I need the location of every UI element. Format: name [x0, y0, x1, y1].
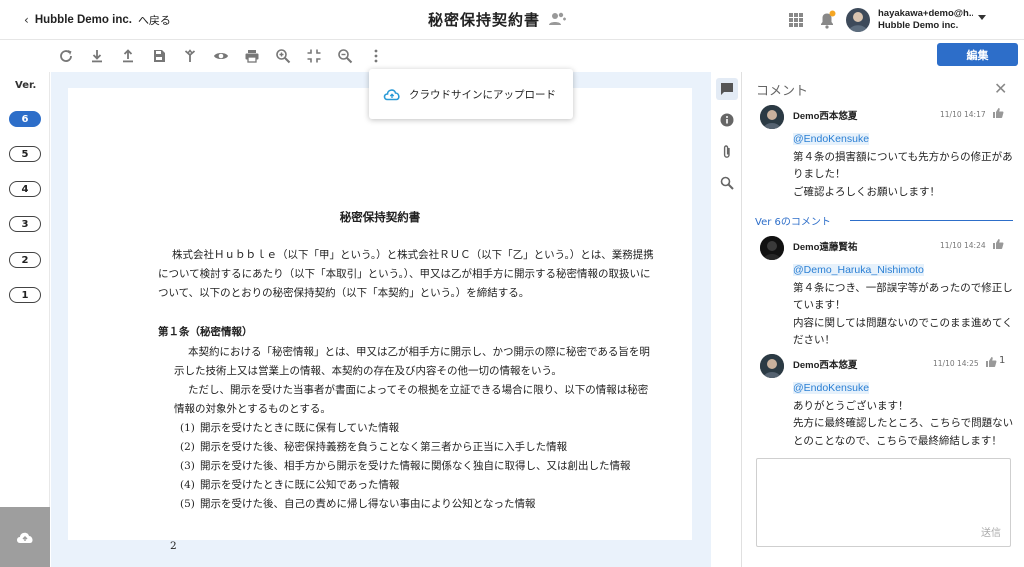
chevron-left-icon: ‹ [24, 13, 29, 27]
close-icon[interactable]: ✕ [994, 79, 1007, 98]
download-icon[interactable] [81, 42, 112, 70]
edit-button[interactable]: 編集 [937, 43, 1018, 66]
avatar [760, 354, 784, 378]
merge-icon[interactable] [174, 42, 205, 70]
comment-body: @EndoKensuke 第４条の損害額についても先方からの修正がありました！ … [793, 131, 1015, 201]
comment-time: 11/10 14:24 [940, 241, 986, 250]
back-label: へ戻る [137, 14, 171, 27]
comment-body: @EndoKensuke ありがとうございます！ 先方に最終確認したところ、こち… [793, 380, 1015, 450]
comment-author: Demo遠藤賢祐 [793, 242, 858, 253]
user-email: hayakawa+demo@h... [878, 8, 973, 19]
page-title: 秘密保持契約書 [428, 11, 541, 29]
comment-time: 11/10 14:17 [940, 110, 986, 119]
fit-icon[interactable] [298, 42, 329, 70]
user-info[interactable]: hayakawa+demo@h... Hubble Demo inc. [878, 8, 973, 32]
cloudsign-upload-menu-item[interactable]: クラウドサインにアップロード [369, 69, 573, 119]
top-bar: ‹ Hubble Demo inc. へ戻る 秘密保持契約書 hayakawa+… [0, 0, 1024, 40]
document-page: 秘密保持契約書 株式会社Ｈｕｂｂｌｅ（以下「甲」という。）と株式会社ＲＵＣ（以下… [68, 88, 692, 552]
send-button[interactable]: 送信 [981, 524, 1001, 539]
thumbs-up-icon[interactable] [992, 107, 1004, 119]
comment-author: Demo西本悠夏 [793, 111, 858, 122]
comment-mention[interactable]: @EndoKensuke [793, 382, 870, 394]
thumbs-up-icon[interactable] [992, 238, 1004, 250]
comment-panel: コメント ✕ Demo西本悠夏 11/10 14:17 @EndoKensuke… [743, 72, 1024, 567]
version-separator: Ver 6のコメント [755, 213, 1013, 228]
thumbs-up-icon[interactable] [985, 356, 997, 368]
comment-author: Demo西本悠夏 [793, 360, 858, 371]
upload-icon[interactable] [112, 42, 143, 70]
article-item-list: (1) 開示を受けたときに既に保有していた情報 (2) 開示を受けた後、秘密保持義務… [180, 419, 660, 514]
print-icon[interactable] [236, 42, 267, 70]
list-item: (3) 開示を受けた後、相手方から開示を受けた情報に関係なく独自に取得し、又は創出… [180, 460, 631, 472]
version-pill-5[interactable]: 5 [9, 146, 41, 162]
share-users-icon[interactable] [548, 11, 566, 27]
version-pill-3[interactable]: 3 [9, 216, 41, 232]
comment-text: 第４条の損害額についても先方からの修正がありました！ ご確認よろしくお願いします… [793, 150, 1013, 198]
zoom-in-icon[interactable] [267, 42, 298, 70]
version-pill-2[interactable]: 2 [9, 252, 41, 268]
version-label: Ver. [15, 80, 37, 91]
refresh-icon[interactable] [50, 42, 81, 70]
comment-body: @Demo_Haruka_Nishimoto 第４条につき、一部誤字等があったの… [793, 262, 1015, 350]
zoom-out-icon[interactable] [329, 42, 360, 70]
like-count: 1 [999, 355, 1006, 366]
comment-time: 11/10 14:25 [933, 359, 979, 368]
more-icon[interactable] [360, 42, 391, 70]
avatar[interactable] [846, 8, 870, 32]
comment-mention[interactable]: @Demo_Haruka_Nishimoto [793, 264, 924, 276]
version-pill-6[interactable]: 6 [9, 111, 41, 127]
caret-down-icon[interactable] [978, 15, 986, 20]
comment-reply-input[interactable]: 送信 [756, 458, 1011, 547]
back-org-name: Hubble Demo inc. [34, 14, 132, 26]
article-paragraph-2: ただし、開示を受けた当事者が書面によってその根拠を立証できる場合に限り、以下の情… [174, 384, 649, 415]
document-toolbar [50, 40, 715, 72]
list-item: (4) 開示を受けたときに既に公知であった情報 [180, 479, 400, 491]
version-separator-label: Ver 6のコメント [755, 213, 837, 228]
document-intro: 株式会社Ｈｕｂｂｌｅ（以下「甲」という。）と株式会社ＲＵＣ（以下「乙」という。）… [158, 249, 654, 299]
page-number: 2 [170, 540, 177, 552]
article-heading: 第１条（秘密情報） [158, 326, 253, 338]
avatar [760, 105, 784, 129]
comment-panel-title: コメント [756, 84, 809, 99]
back-link[interactable]: ‹ Hubble Demo inc. へ戻る [24, 12, 171, 28]
cloud-upload-button[interactable] [0, 507, 50, 567]
info-icon[interactable] [717, 110, 737, 130]
save-icon[interactable] [143, 42, 174, 70]
comment-text: ありがとうございます！ 先方に最終確認したところ、こちらで問題ないとのことなので… [793, 399, 1014, 447]
apps-grid-icon[interactable] [789, 13, 803, 27]
comment-text: 第４条につき、一部誤字等があったので修正しています！ 内容に関しては問題ないので… [793, 281, 1013, 347]
bell-icon[interactable] [818, 10, 836, 30]
search-icon[interactable] [717, 173, 737, 193]
document-viewer[interactable]: 秘密保持契約書 株式会社Ｈｕｂｂｌｅ（以下「甲」という。）と株式会社ＲＵＣ（以下… [51, 72, 711, 567]
list-item: (5) 開示を受けた後、自己の責めに帰し得ない事由により公知となった情報 [180, 498, 536, 510]
upload-menu-label: クラウドサインにアップロード [409, 88, 556, 101]
comment-mention[interactable]: @EndoKensuke [793, 133, 870, 145]
document-title: 秘密保持契約書 [339, 210, 421, 224]
eye-icon[interactable] [205, 42, 236, 70]
cloud-upload-icon [383, 89, 400, 101]
version-pill-4[interactable]: 4 [9, 181, 41, 197]
article-paragraph-1: 本契約における「秘密情報」とは、甲又は乙が相手方に開示し、かつ開示の際に秘密であ… [174, 346, 650, 377]
side-icon-strip [712, 72, 742, 567]
separator-line [850, 220, 1013, 221]
avatar [760, 236, 784, 260]
list-item: (1) 開示を受けたときに既に保有していた情報 [180, 422, 400, 434]
attachment-icon[interactable] [717, 142, 737, 162]
comment-icon[interactable] [716, 78, 738, 100]
list-item: (2) 開示を受けた後、秘密保持義務を負うことなく第三者から正当に入手した情報 [180, 441, 568, 453]
version-rail: Ver. 6 5 4 3 2 1 [0, 72, 50, 567]
cloud-upload-icon [17, 532, 33, 543]
user-org: Hubble Demo inc. [878, 20, 959, 31]
version-pill-1[interactable]: 1 [9, 287, 41, 303]
